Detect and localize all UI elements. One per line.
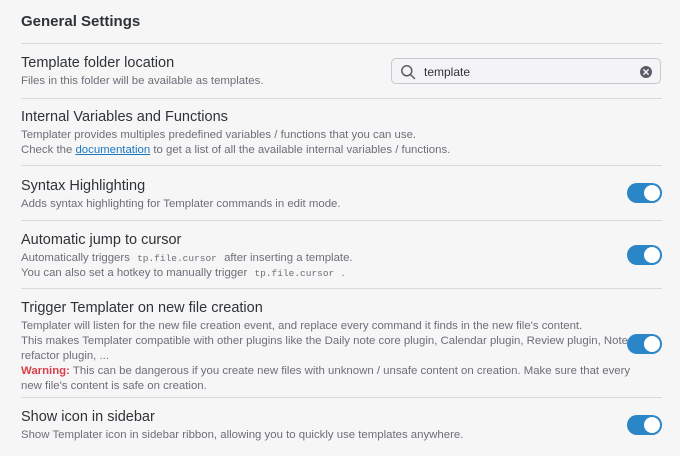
toggle-knob bbox=[644, 417, 660, 433]
internal-vars-line2: Check the documentation to get a list of… bbox=[21, 143, 450, 158]
trigger-line5: new file's content is safe on creation. bbox=[21, 380, 207, 392]
jump-line2: You can also set a hotkey to manually tr… bbox=[21, 266, 353, 281]
jump-to-cursor-name: Automatic jump to cursor bbox=[21, 232, 182, 248]
divider bbox=[21, 165, 662, 166]
trigger-line2: This makes Templater compatible with oth… bbox=[21, 335, 628, 347]
template-folder-name: Template folder location bbox=[21, 55, 175, 71]
internal-vars-desc: Templater provides multiples predefined … bbox=[21, 128, 450, 158]
search-icon bbox=[401, 65, 416, 80]
divider bbox=[21, 43, 662, 44]
jump-line1: Automatically triggers tp.file.cursor af… bbox=[21, 251, 353, 266]
template-folder-search[interactable] bbox=[391, 58, 661, 84]
internal-vars-line1: Templater provides multiples predefined … bbox=[21, 129, 417, 141]
trigger-on-creation-desc: Templater will listen for the new file c… bbox=[21, 319, 630, 394]
toggle-knob bbox=[644, 185, 660, 201]
sidebar-icon-name: Show icon in sidebar bbox=[21, 409, 155, 425]
divider bbox=[21, 397, 662, 398]
code-snippet: tp.file.cursor bbox=[137, 253, 217, 264]
syntax-highlighting-name: Syntax Highlighting bbox=[21, 178, 146, 194]
trigger-line3: refactor plugin, ... bbox=[21, 350, 110, 362]
code-snippet: tp.file.cursor bbox=[254, 268, 335, 279]
section-title: General Settings bbox=[21, 13, 141, 30]
toggle-knob bbox=[644, 336, 660, 352]
divider bbox=[21, 220, 662, 221]
warning-label: Warning: bbox=[21, 365, 70, 377]
template-folder-desc: Files in this folder will be available a… bbox=[21, 75, 264, 87]
line-suffix: to get a list of all the available inter… bbox=[150, 144, 451, 156]
trigger-line1: Templater will listen for the new file c… bbox=[21, 320, 583, 332]
trigger-on-creation-toggle[interactable] bbox=[627, 334, 662, 354]
search-input[interactable] bbox=[424, 63, 624, 80]
settings-page: General Settings Template folder locatio… bbox=[0, 0, 680, 456]
line-suffix: . bbox=[341, 267, 345, 279]
syntax-highlighting-desc: Adds syntax highlighting for Templater c… bbox=[21, 198, 341, 210]
line-suffix: after inserting a template. bbox=[224, 252, 353, 264]
line-prefix: You can also set a hotkey to manually tr… bbox=[21, 267, 248, 279]
warning-text: This can be dangerous if you create new … bbox=[69, 365, 631, 377]
line-prefix: Check the bbox=[21, 144, 76, 156]
clear-icon[interactable] bbox=[640, 66, 652, 78]
sidebar-icon-toggle[interactable] bbox=[627, 415, 662, 435]
jump-to-cursor-desc: Automatically triggers tp.file.cursor af… bbox=[21, 251, 353, 281]
divider bbox=[21, 288, 662, 289]
line-prefix: Automatically triggers bbox=[21, 252, 130, 264]
syntax-highlighting-toggle[interactable] bbox=[627, 183, 662, 203]
sidebar-icon-desc: Show Templater icon in sidebar ribbon, a… bbox=[21, 429, 464, 441]
documentation-link[interactable]: documentation bbox=[75, 144, 150, 156]
trigger-warning-line: Warning: This can be dangerous if you cr… bbox=[21, 364, 630, 379]
toggle-knob bbox=[644, 247, 660, 263]
jump-to-cursor-toggle[interactable] bbox=[627, 245, 662, 265]
trigger-on-creation-name: Trigger Templater on new file creation bbox=[21, 300, 263, 316]
internal-vars-name: Internal Variables and Functions bbox=[21, 109, 228, 125]
divider bbox=[21, 98, 662, 99]
